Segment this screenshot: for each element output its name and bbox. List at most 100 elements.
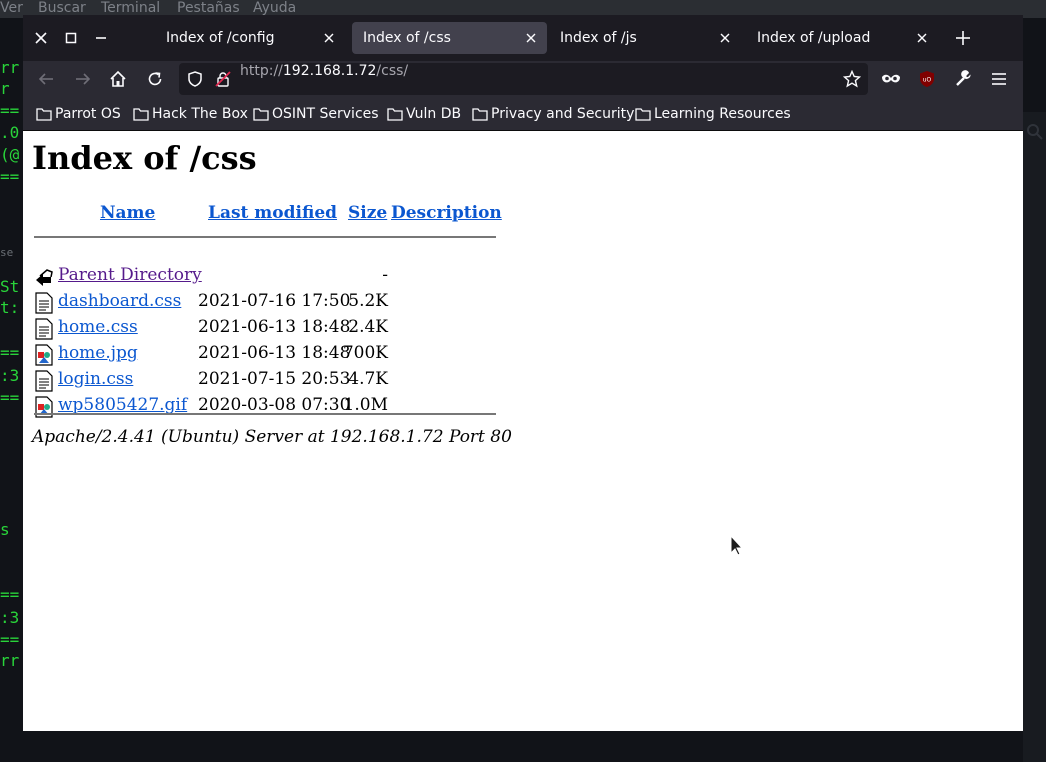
terminal-text: :3 bbox=[0, 366, 20, 385]
mouse-cursor-icon bbox=[730, 535, 744, 556]
bookmark-folder-parrot-os[interactable]: Parrot OS bbox=[36, 97, 121, 131]
tab-title: Index of /config bbox=[166, 30, 275, 46]
url-path: /css/ bbox=[376, 63, 409, 79]
bookmark-folder-learning-resources[interactable]: Learning Resources bbox=[635, 97, 791, 131]
file-link[interactable]: Parent Directory bbox=[58, 265, 202, 285]
bookmark-star-icon[interactable] bbox=[843, 70, 861, 88]
bookmark-label: Privacy and Security bbox=[491, 106, 635, 122]
bookmark-label: Learning Resources bbox=[654, 106, 791, 122]
tab-js[interactable]: Index of /js bbox=[549, 22, 741, 54]
wrench-icon bbox=[956, 70, 971, 86]
column-header-size[interactable]: Size bbox=[348, 203, 387, 223]
back-button[interactable] bbox=[36, 69, 56, 89]
close-icon bbox=[526, 33, 536, 43]
tools-button[interactable] bbox=[953, 69, 973, 89]
file-modified: 2021-06-13 18:48 bbox=[198, 317, 351, 337]
column-header-last-modified[interactable]: Last modified bbox=[208, 203, 337, 223]
terminal-text: :3 bbox=[0, 608, 20, 627]
tab-close-button[interactable] bbox=[914, 30, 930, 46]
arrow-right-icon bbox=[76, 73, 91, 85]
tab-close-button[interactable] bbox=[523, 30, 539, 46]
url-host: 192.168.1.72 bbox=[282, 63, 377, 79]
terminal-text: == bbox=[0, 101, 20, 120]
terminal-menu-ver[interactable]: Ver bbox=[0, 0, 23, 17]
file-modified: 2021-06-13 18:48 bbox=[198, 343, 351, 363]
reload-button[interactable] bbox=[145, 69, 165, 89]
table-row: wp5805427.gif 2020-03-08 07:30 1.0M bbox=[23, 393, 1023, 419]
terminal-text: se bbox=[0, 246, 14, 259]
maximize-window-button[interactable] bbox=[61, 28, 81, 48]
file-size: 1.0M bbox=[343, 395, 388, 415]
tab-upload[interactable]: Index of /upload bbox=[746, 22, 938, 54]
home-button[interactable] bbox=[108, 69, 128, 89]
private-mask-button[interactable] bbox=[881, 69, 901, 89]
bookmark-folder-vuln-db[interactable]: Vuln DB bbox=[387, 97, 461, 131]
text-file-icon bbox=[35, 370, 53, 392]
plus-icon bbox=[956, 31, 970, 45]
url-text[interactable]: http://192.168.1.72/css/ bbox=[240, 63, 408, 79]
header-divider bbox=[34, 236, 496, 238]
maximize-icon bbox=[65, 32, 77, 44]
file-link[interactable]: login.css bbox=[58, 369, 133, 389]
tab-close-button[interactable] bbox=[321, 30, 337, 46]
mask-icon bbox=[882, 74, 900, 83]
close-icon bbox=[917, 33, 927, 43]
ublock-button[interactable]: uO bbox=[917, 69, 937, 89]
file-size: - bbox=[382, 265, 388, 285]
terminal-text: rr bbox=[0, 58, 20, 77]
shield-icon[interactable] bbox=[187, 71, 203, 87]
insecure-lock-icon[interactable] bbox=[215, 71, 231, 87]
page-content: Index of /css Name Last modified Size De… bbox=[23, 131, 1023, 731]
bookmarks-toolbar: Parrot OS Hack The Box OSINT Services Vu… bbox=[23, 97, 1023, 131]
terminal-text: rr bbox=[0, 651, 20, 670]
minimize-icon bbox=[96, 37, 106, 39]
file-link[interactable]: home.jpg bbox=[58, 343, 138, 363]
tab-css[interactable]: Index of /css bbox=[352, 22, 547, 54]
tab-title: Index of /js bbox=[560, 30, 637, 46]
text-file-icon bbox=[35, 318, 53, 340]
terminal-side-panel bbox=[1023, 112, 1046, 762]
table-row: home.jpg 2021-06-13 18:48 700K bbox=[23, 341, 1023, 367]
forward-button[interactable] bbox=[73, 69, 93, 89]
terminal-text: == bbox=[0, 585, 20, 604]
tab-bar: Index of /config Index of /css Index of … bbox=[23, 15, 1023, 61]
bookmark-folder-privacy-and-security[interactable]: Privacy and Security bbox=[472, 97, 634, 131]
bookmark-label: OSINT Services bbox=[272, 106, 379, 122]
column-header-name[interactable]: Name bbox=[100, 203, 155, 223]
column-header-description[interactable]: Description bbox=[391, 203, 502, 223]
close-window-button[interactable] bbox=[31, 28, 51, 48]
menu-button[interactable] bbox=[989, 69, 1009, 89]
text-file-icon bbox=[35, 292, 53, 314]
url-bar[interactable]: http://192.168.1.72/css/ bbox=[179, 63, 868, 95]
folder-icon bbox=[133, 108, 149, 121]
bookmark-folder-hack-the-box[interactable]: Hack The Box bbox=[133, 97, 248, 131]
image-file-icon bbox=[35, 344, 53, 366]
tab-config[interactable]: Index of /config bbox=[155, 22, 345, 54]
svg-text:uO: uO bbox=[923, 77, 932, 84]
table-row: Parent Directory - bbox=[23, 263, 1023, 289]
ublock-origin-icon: uO bbox=[920, 71, 934, 87]
close-icon bbox=[720, 33, 730, 43]
tab-title: Index of /css bbox=[363, 30, 451, 46]
file-link[interactable]: dashboard.css bbox=[58, 291, 181, 311]
bookmark-folder-osint-services[interactable]: OSINT Services bbox=[253, 97, 379, 131]
table-row: login.css 2021-07-15 20:53 4.7K bbox=[23, 367, 1023, 393]
tab-close-button[interactable] bbox=[717, 30, 733, 46]
file-modified: 2021-07-15 20:53 bbox=[198, 369, 351, 389]
file-size: 5.2K bbox=[348, 291, 388, 311]
server-signature: Apache/2.4.41 (Ubuntu) Server at 192.168… bbox=[32, 427, 512, 447]
minimize-window-button[interactable] bbox=[91, 28, 111, 48]
page-title: Index of /css bbox=[32, 139, 257, 177]
file-link[interactable]: home.css bbox=[58, 317, 138, 337]
file-modified: 2021-07-16 17:50 bbox=[198, 291, 351, 311]
home-icon bbox=[110, 70, 126, 87]
arrow-left-icon bbox=[38, 73, 53, 85]
reload-icon bbox=[148, 72, 162, 86]
terminal-text: == bbox=[0, 630, 20, 649]
file-link[interactable]: wp5805427.gif bbox=[58, 395, 187, 415]
terminal-text: s bbox=[0, 520, 10, 539]
hamburger-menu-icon bbox=[992, 73, 1006, 85]
tab-title: Index of /upload bbox=[757, 30, 871, 46]
search-icon bbox=[1027, 124, 1043, 140]
new-tab-button[interactable] bbox=[953, 28, 973, 48]
